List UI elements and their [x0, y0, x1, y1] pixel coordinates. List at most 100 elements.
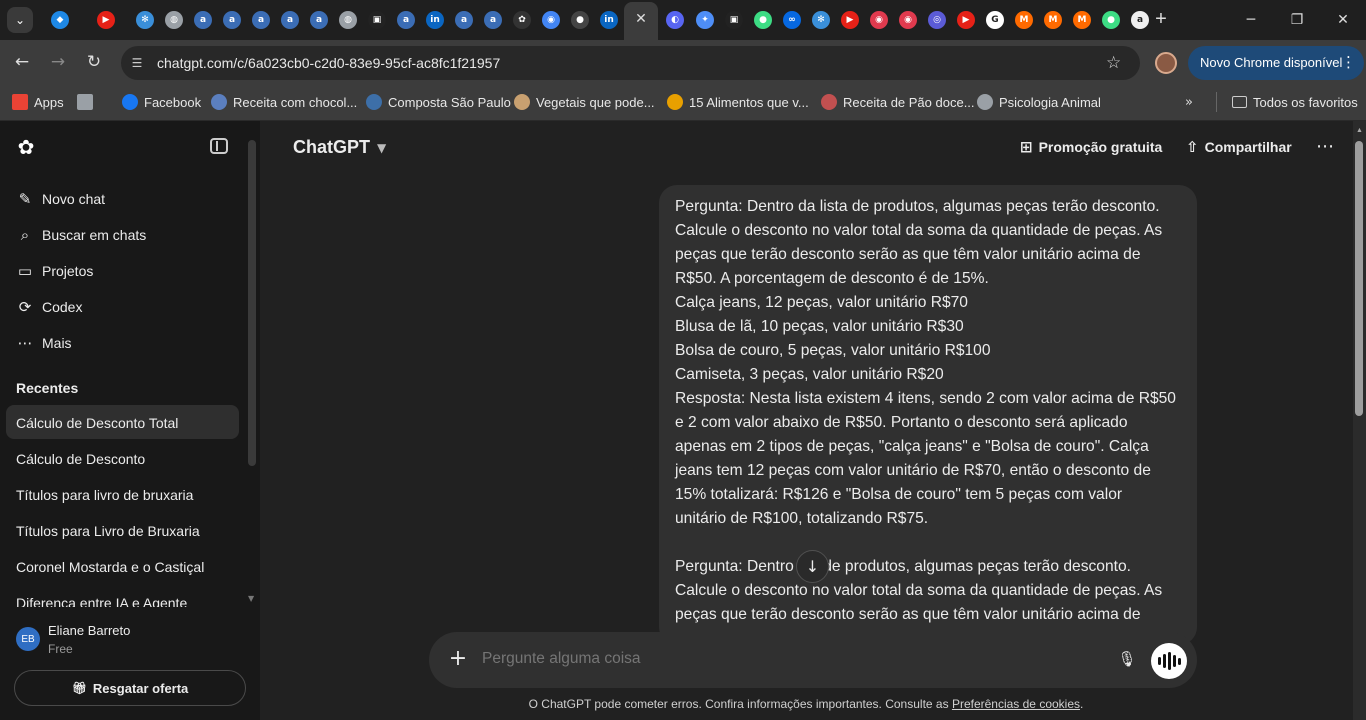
bookmark-item[interactable]: Apps	[12, 92, 64, 112]
page-scrollbar-thumb[interactable]	[1355, 141, 1363, 416]
browser-icon[interactable]: ◉	[542, 11, 560, 29]
google-icon[interactable]: G	[986, 11, 1004, 29]
sidebar-item-more[interactable]: ⋯ Mais	[16, 331, 72, 355]
bookmark-label: Receita com chocol...	[233, 94, 358, 110]
reload-icon[interactable]: ↻	[83, 51, 105, 73]
model-selector[interactable]: ChatGPT ▼	[293, 137, 386, 158]
microphone-icon[interactable]: 🎙︎	[1117, 650, 1137, 670]
mail-icon[interactable]: M	[1044, 11, 1062, 29]
sidebar-scrollbar[interactable]	[248, 140, 256, 466]
youtube-icon[interactable]: ▶	[957, 11, 975, 29]
cookie-preferences-link[interactable]: Preferências de cookies	[952, 697, 1080, 711]
globe-icon[interactable]: ◍	[165, 11, 183, 29]
page-scrollbar[interactable]: ▲	[1353, 121, 1366, 720]
bookmark-item[interactable]: Receita de Pão doce...	[821, 92, 975, 112]
react-icon[interactable]: ✻	[136, 11, 154, 29]
android-icon[interactable]: ●	[754, 11, 772, 29]
claim-offer-button[interactable]: 🎁︎ Resgatar oferta	[14, 670, 246, 706]
sparkle-icon[interactable]: ✦	[696, 11, 714, 29]
bookmarks-overflow-icon[interactable]: »	[1185, 92, 1193, 112]
back-icon[interactable]: ←	[11, 51, 33, 73]
user-name[interactable]: Eliane Barreto	[48, 623, 130, 638]
mail-icon[interactable]: M	[1073, 11, 1091, 29]
free-promo-button[interactable]: ⊞ Promoção gratuita	[1020, 138, 1162, 156]
sidebar-toggle-icon[interactable]	[210, 138, 228, 154]
amazon-icon[interactable]: a	[1131, 11, 1149, 29]
meta-icon[interactable]: ∞	[783, 11, 801, 29]
bookmark-item[interactable]: 15 Alimentos que v...	[667, 92, 809, 112]
new-tab-button[interactable]: +	[1151, 9, 1171, 29]
forward-icon[interactable]: →	[47, 51, 69, 73]
sidebar-item-codex[interactable]: ⟳ Codex	[16, 295, 83, 319]
bookmark-item[interactable]: Composta São Paulo	[366, 92, 511, 112]
restore-icon[interactable]: ❐	[1287, 10, 1307, 30]
linkedin-icon[interactable]: in	[426, 11, 444, 29]
bookmark-item[interactable]	[77, 92, 99, 112]
youtube-icon[interactable]: ▶	[97, 11, 115, 29]
window-close-icon[interactable]: ✕	[1333, 10, 1353, 30]
voice-mode-button[interactable]	[1151, 643, 1187, 679]
doc-icon[interactable]: a	[223, 11, 241, 29]
close-tab-icon[interactable]: ✕	[632, 10, 650, 28]
message-line: Pergunta: Dentro da lista de produtos, a…	[675, 198, 1160, 215]
globe-icon[interactable]: ◍	[339, 11, 357, 29]
bookmark-label: Apps	[34, 94, 64, 110]
android-icon[interactable]: ●	[1102, 11, 1120, 29]
more-options-icon[interactable]: ⋯	[1316, 136, 1334, 157]
bookmark-item[interactable]: Psicologia Animal	[977, 92, 1101, 112]
recent-chat-item[interactable]: Cálculo de Desconto Total	[6, 405, 239, 439]
sidebar-item-search[interactable]: ⌕ Buscar em chats	[16, 223, 146, 247]
sidebar-item-edit[interactable]: ✎ Novo chat	[16, 187, 105, 211]
recent-chat-item[interactable]: Títulos para livro de bruxaria	[6, 477, 239, 511]
doc-icon[interactable]: a	[281, 11, 299, 29]
recent-chat-item[interactable]: Diferença entre IA e Agente	[6, 585, 239, 607]
doc-icon[interactable]: a	[397, 11, 415, 29]
record-icon[interactable]: ◉	[899, 11, 917, 29]
chatgpt-icon[interactable]: ✿	[513, 11, 531, 29]
bookmark-item[interactable]: Facebook	[122, 92, 201, 112]
github-icon[interactable]: ●	[571, 11, 589, 29]
recent-chat-item[interactable]: Coronel Mostarda e o Castiçal	[6, 549, 239, 583]
chrome-update-button[interactable]: Novo Chrome disponível ⋮	[1188, 46, 1364, 80]
recent-chat-item[interactable]: Títulos para Livro de Bruxaria	[6, 513, 239, 547]
linkedin-icon[interactable]: in	[600, 11, 618, 29]
openai-logo-icon[interactable]: ✿	[15, 136, 37, 158]
recent-chat-item[interactable]: Cálculo de Desconto	[6, 441, 239, 475]
bookmark-star-icon[interactable]: ☆	[1106, 53, 1121, 73]
more-icon: ⋯	[17, 334, 33, 352]
bookmark-item[interactable]: Vegetais que pode...	[514, 92, 655, 112]
youtube-icon[interactable]: ▶	[841, 11, 859, 29]
add-attachment-icon[interactable]: +	[447, 648, 469, 670]
user-avatar[interactable]: EB	[16, 627, 40, 651]
power-icon[interactable]: ◐	[666, 11, 684, 29]
notion-icon[interactable]: ▣	[368, 11, 386, 29]
message-line	[675, 531, 1185, 555]
share-button[interactable]: ⇧ Compartilhar	[1186, 138, 1292, 156]
notion-icon[interactable]: ▣	[725, 11, 743, 29]
record-icon[interactable]: ◉	[870, 11, 888, 29]
scroll-up-icon[interactable]: ▲	[1356, 127, 1363, 134]
scroll-to-bottom-button[interactable]: ↓	[796, 550, 829, 583]
chrome-menu-icon[interactable]: ⋮	[1341, 53, 1356, 71]
doc-icon[interactable]: a	[455, 11, 473, 29]
sidebar-scroll-down-icon[interactable]: ▼	[248, 594, 254, 603]
bookmark-item[interactable]: Receita com chocol...	[211, 92, 357, 112]
mail-icon[interactable]: M	[1015, 11, 1033, 29]
bookmark-label: Psicologia Animal	[999, 94, 1101, 110]
all-bookmarks-folder[interactable]: Todos os favoritos	[1232, 92, 1358, 112]
message-line: Resposta: Nesta lista existem 4 itens, s…	[675, 390, 1176, 407]
react-icon[interactable]: ✻	[812, 11, 830, 29]
doc-icon[interactable]: a	[252, 11, 270, 29]
prompt-input[interactable]	[482, 650, 1082, 668]
minimize-icon[interactable]: ─	[1241, 10, 1261, 30]
sidebar-item-folder[interactable]: ▭ Projetos	[16, 259, 93, 283]
url-text[interactable]: chatgpt.com/c/6a023cb0-c2d0-83e9-95cf-ac…	[157, 55, 500, 71]
profile-avatar[interactable]	[1155, 52, 1177, 74]
doc-icon[interactable]: a	[194, 11, 212, 29]
site-info-icon[interactable]: ☰	[128, 54, 146, 72]
tab-search-button[interactable]: ⌄	[7, 7, 33, 33]
circle-icon[interactable]: ◎	[928, 11, 946, 29]
doc-icon[interactable]: a	[484, 11, 502, 29]
shield-icon[interactable]: ◆	[51, 11, 69, 29]
doc-icon[interactable]: a	[310, 11, 328, 29]
